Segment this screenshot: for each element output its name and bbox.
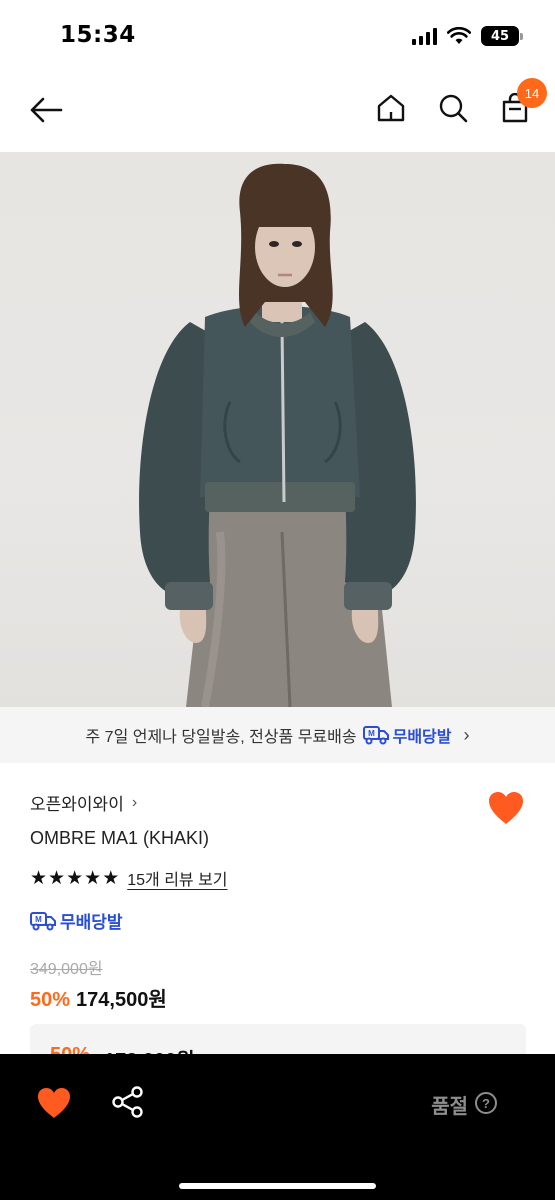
home-button[interactable] xyxy=(373,90,409,126)
promo-text: 주 7일 언제나 당일발송, 전상품 무료배송 xyxy=(85,729,357,746)
nav-actions: 14 xyxy=(373,78,547,126)
sale-price: 174,500원 xyxy=(76,989,167,1011)
brand-name: 오픈와이와이 xyxy=(30,795,124,814)
star-icon: ★ xyxy=(102,866,120,889)
product-image[interactable] xyxy=(0,152,555,707)
status-icons: 45 xyxy=(412,26,523,46)
star-icon: ★ xyxy=(84,866,102,889)
svg-text:M: M xyxy=(35,915,42,924)
delivery-truck-icon: M xyxy=(362,726,389,745)
price-row: 50% 174,500원 xyxy=(30,983,167,1012)
free-shipping-label: 무배당발 xyxy=(60,913,123,932)
search-button[interactable] xyxy=(435,90,471,126)
home-indicator xyxy=(179,1183,376,1189)
wifi-icon xyxy=(447,27,471,44)
star-icon: ★ xyxy=(66,866,84,889)
star-icon: ★ xyxy=(30,866,48,889)
signal-icon xyxy=(412,27,437,45)
bottom-action-bar: 품절 ? xyxy=(0,1054,555,1200)
sold-out-label: 품절 xyxy=(431,1094,468,1118)
cart-count-badge: 14 xyxy=(517,78,547,108)
nav-bar: 14 xyxy=(0,72,555,152)
home-icon xyxy=(377,94,405,122)
heart-icon[interactable] xyxy=(487,790,525,826)
back-arrow-icon xyxy=(30,97,63,123)
brand-link[interactable]: 오픈와이와이 › xyxy=(30,790,137,815)
rating-stars: ★ ★ ★ ★ ★ xyxy=(30,866,120,889)
heart-icon[interactable] xyxy=(36,1086,72,1120)
chevron-right-icon: › xyxy=(463,724,470,745)
discount-rate: 50% xyxy=(30,989,71,1011)
search-icon xyxy=(439,94,468,123)
svg-text:M: M xyxy=(368,729,375,738)
chevron-right-icon: › xyxy=(131,793,138,811)
share-icon[interactable] xyxy=(110,1084,146,1120)
help-icon[interactable]: ? xyxy=(475,1092,497,1114)
star-icon: ★ xyxy=(48,866,66,889)
cart-button[interactable]: 14 xyxy=(497,78,547,126)
product-name: OMBRE MA1 (KHAKI) xyxy=(30,828,210,848)
rating-row: ★ ★ ★ ★ ★ 15개 리뷰 보기 xyxy=(30,866,228,890)
delivery-truck-icon: M xyxy=(30,911,56,930)
status-time: 15:34 xyxy=(60,22,136,48)
review-link[interactable]: 15개 리뷰 보기 xyxy=(127,866,227,890)
free-shipping-badge: M 무배당발 xyxy=(362,723,452,747)
battery-icon: 45 xyxy=(481,26,523,46)
back-button[interactable] xyxy=(26,92,66,128)
status-bar: 15:34 45 xyxy=(0,0,555,72)
battery-level: 45 xyxy=(490,28,510,44)
promo-banner[interactable]: 주 7일 언제나 당일발송, 전상품 무료배송 M 무배당발 › xyxy=(0,707,555,763)
original-price: 349,000원 xyxy=(30,961,103,978)
free-shipping-badge: M 무배당발 xyxy=(30,908,123,933)
product-photo xyxy=(139,163,416,707)
promo-badge-label: 무배당발 xyxy=(392,729,452,746)
